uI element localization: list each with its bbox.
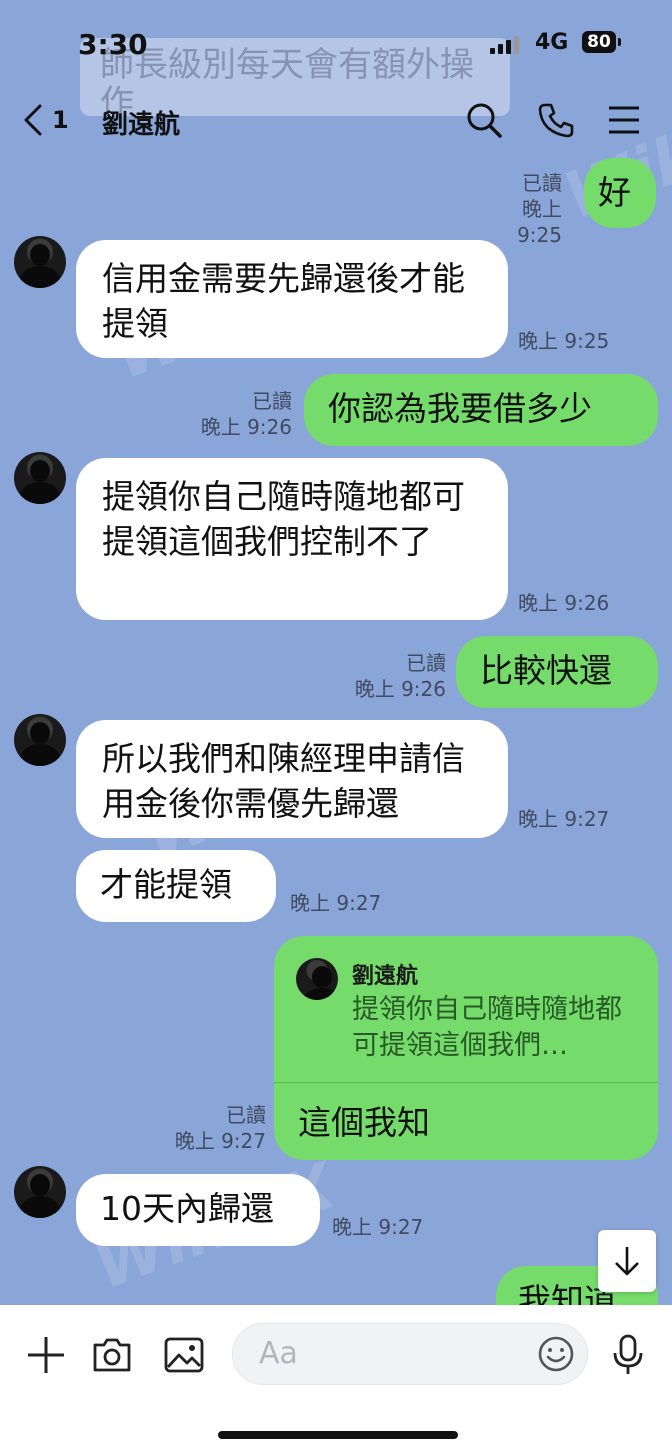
avatar[interactable] xyxy=(14,714,66,766)
network-type: 4G xyxy=(535,30,569,55)
image-icon[interactable] xyxy=(162,1333,206,1377)
phone-icon[interactable] xyxy=(536,100,576,140)
message-bubble[interactable]: 信用金需要先歸還後才能提領 xyxy=(76,240,508,358)
message-meta: 已讀 晚上 9:25 xyxy=(486,170,562,248)
status-bar: 師長級別每天會有額外操作 3:30 4G 80 xyxy=(0,0,672,116)
chevron-left-icon xyxy=(24,104,42,136)
search-icon[interactable] xyxy=(464,100,504,140)
message-bubble[interactable]: 10天內歸還 xyxy=(76,1174,320,1246)
reply-message-bubble[interactable]: 劉遠航 提領你自己隨時隨地都可提領這個我們… 這個我知 xyxy=(274,936,658,1160)
avatar[interactable] xyxy=(14,236,66,288)
battery-icon: 80 xyxy=(582,31,621,53)
message-composer: Aa xyxy=(0,1305,672,1453)
message-time: 晚上 9:27 xyxy=(518,807,610,831)
message-time: 晚上 9:27 xyxy=(174,1129,266,1153)
read-receipt: 已讀 xyxy=(252,389,292,413)
quoted-sender: 劉遠航 xyxy=(352,964,419,989)
quoted-message[interactable]: 劉遠航 提領你自己隨時隨地都可提領這個我們… xyxy=(274,936,658,1083)
message-time: 晚上 9:25 xyxy=(517,197,562,247)
unread-count: 1 xyxy=(52,106,69,134)
message-bubble[interactable]: 比較快還 xyxy=(456,636,658,708)
chat-title: 劉遠航 xyxy=(102,110,181,140)
signal-icon xyxy=(490,34,519,54)
message-time: 晚上 9:26 xyxy=(200,415,292,439)
avatar[interactable] xyxy=(14,452,66,504)
message-time: 晚上 9:27 xyxy=(332,1215,424,1239)
quoted-avatar xyxy=(296,958,338,1000)
read-receipt: 已讀 xyxy=(226,1103,266,1127)
arrow-down-icon xyxy=(615,1247,639,1276)
message-meta: 已讀 晚上 9:26 xyxy=(350,650,446,702)
message-time: 晚上 9:26 xyxy=(354,677,446,701)
message-time: 晚上 9:26 xyxy=(518,591,610,615)
read-receipt: 已讀 xyxy=(522,171,562,195)
status-time: 3:30 xyxy=(78,28,148,61)
message-bubble[interactable]: 才能提領 xyxy=(76,850,276,922)
scroll-to-bottom-button[interactable] xyxy=(598,1230,656,1292)
quoted-text: 提領你自己隨時隨地都可提領這個我們… xyxy=(352,994,622,1061)
emoji-icon[interactable] xyxy=(537,1335,575,1373)
message-bubble[interactable]: 好 xyxy=(584,158,656,228)
message-bubble[interactable]: 所以我們和陳經理申請信用金後你需優先歸還 xyxy=(76,720,508,838)
reply-text: 這個我知 xyxy=(298,1103,430,1142)
read-receipt: 已讀 xyxy=(406,651,446,675)
back-button[interactable]: 1 xyxy=(22,98,70,142)
menu-icon[interactable] xyxy=(604,100,644,140)
message-bubble[interactable]: 你認為我要借多少 xyxy=(304,374,658,446)
message-meta: 已讀 晚上 9:26 xyxy=(196,388,292,440)
chat-header: 1 劉遠航 xyxy=(0,90,672,150)
plus-icon[interactable] xyxy=(24,1333,68,1377)
message-meta: 已讀 晚上 9:27 xyxy=(170,1102,266,1154)
message-time: 晚上 9:27 xyxy=(290,891,382,915)
avatar[interactable] xyxy=(14,1166,66,1218)
microphone-icon[interactable] xyxy=(606,1333,650,1377)
input-placeholder: Aa xyxy=(259,1336,298,1371)
message-bubble[interactable]: 提領你自己隨時隨地都可提領這個我們控制不了 xyxy=(76,458,508,620)
home-indicator xyxy=(218,1431,458,1439)
message-input[interactable]: Aa xyxy=(232,1323,588,1385)
message-time: 晚上 9:25 xyxy=(518,329,610,353)
camera-icon[interactable] xyxy=(90,1333,134,1377)
